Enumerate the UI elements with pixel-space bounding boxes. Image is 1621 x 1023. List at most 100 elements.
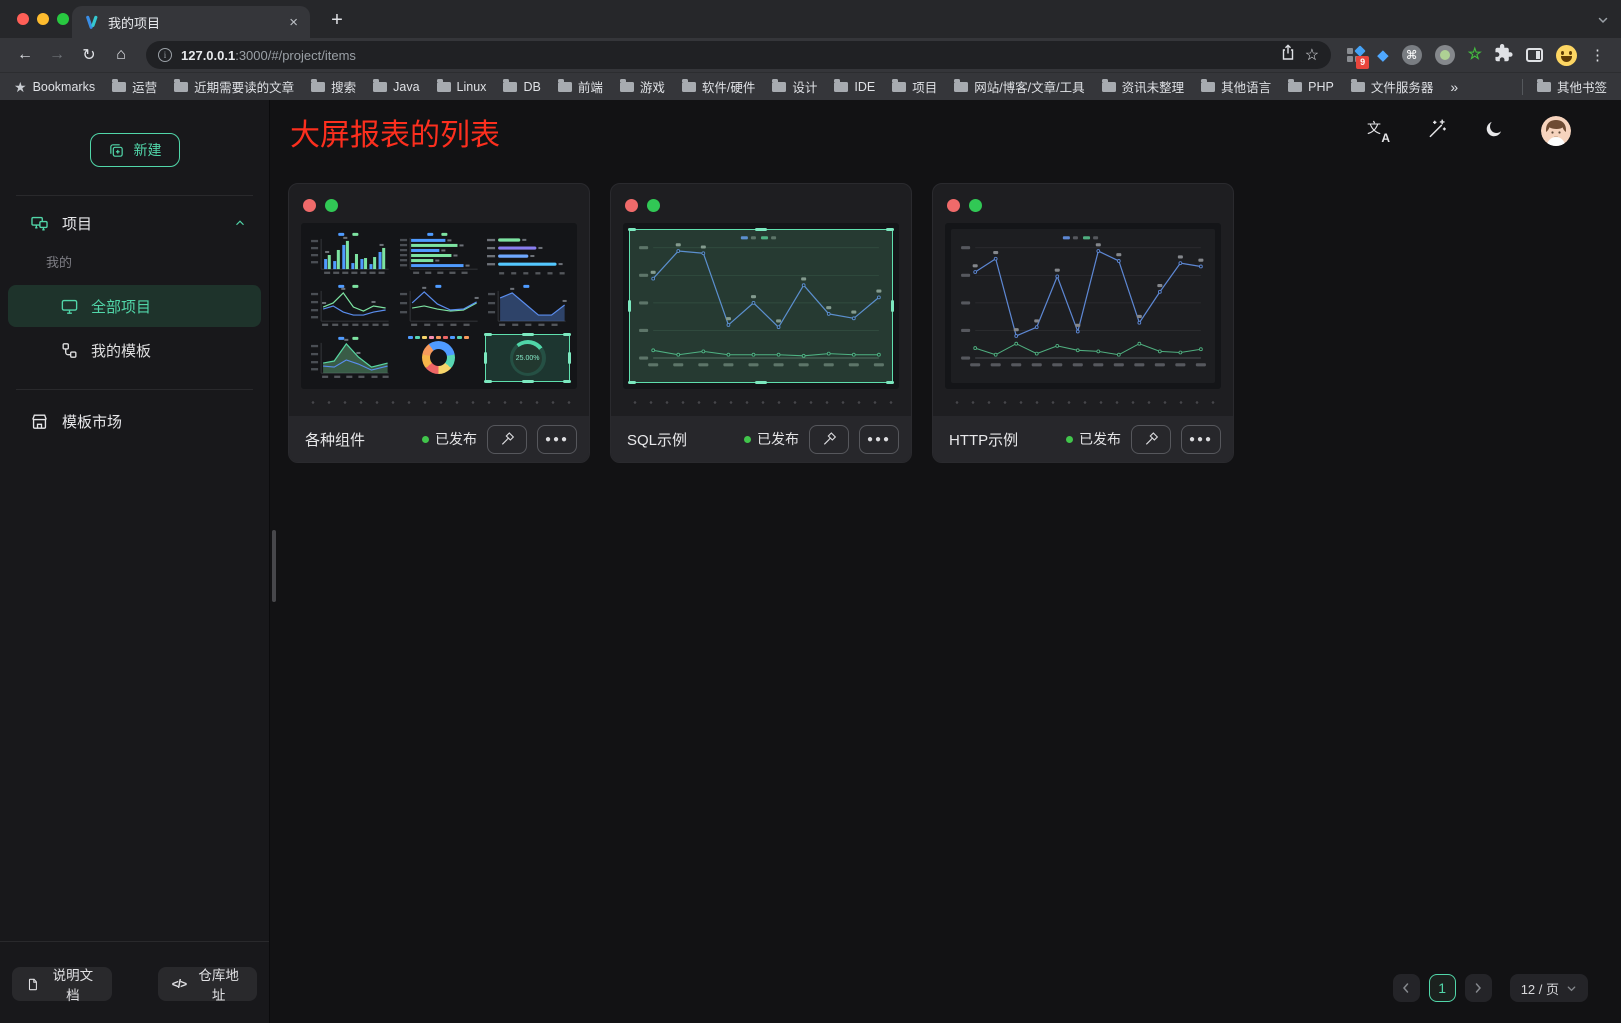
document-icon [26, 977, 40, 992]
card-footer: SQL示例 已发布 ●●● [611, 416, 911, 462]
dotted-divider [947, 401, 1219, 404]
bookmark-folder[interactable]: Java [373, 80, 419, 94]
maximize-window-button[interactable] [57, 13, 69, 25]
dark-mode-moon-icon[interactable] [1484, 119, 1504, 144]
bookmark-folder[interactable]: 前端 [558, 77, 603, 96]
sidebar-footer: 说明文档 </> 仓库地址 [0, 941, 269, 1023]
back-icon[interactable]: ← [10, 41, 40, 69]
window-controls[interactable] [0, 13, 69, 25]
bookmark-star-icon[interactable]: ☆ [1305, 45, 1319, 65]
scrollbar-thumb[interactable] [272, 530, 276, 602]
edit-button[interactable] [1131, 425, 1171, 454]
sidebar-group-projects[interactable]: 项目 [0, 196, 269, 250]
profile-avatar-icon[interactable] [1556, 45, 1577, 66]
tampermonkey-extension-icon[interactable]: 9 [1347, 47, 1364, 64]
extensions-puzzle-icon[interactable] [1495, 44, 1513, 67]
sidebar-item-my-templates[interactable]: 我的模板 [8, 329, 261, 371]
bookmark-folder[interactable]: 文件服务器 [1351, 77, 1434, 96]
bookmark-folder[interactable]: 搜索 [311, 77, 356, 96]
bookmark-folder[interactable]: 游戏 [620, 77, 665, 96]
ellipsis-icon: ●●● [867, 434, 891, 445]
prev-page-button[interactable] [1393, 974, 1420, 1002]
repo-button[interactable]: </> 仓库地址 [158, 967, 257, 1001]
side-panel-icon[interactable] [1526, 48, 1543, 62]
docs-button[interactable]: 说明文档 [12, 967, 112, 1001]
bookmark-folder[interactable]: 其他语言 [1201, 77, 1271, 96]
project-card[interactable]: SQL示例 已发布 ●●● [610, 183, 912, 463]
mini-bar-chart [308, 230, 393, 278]
folder-icon [311, 82, 325, 92]
bookmark-folder[interactable]: PHP [1288, 80, 1334, 94]
more-button[interactable]: ●●● [1181, 425, 1221, 454]
minimize-window-button[interactable] [37, 13, 49, 25]
browser-menu-icon[interactable]: ⋮ [1590, 48, 1605, 63]
bookmark-folder[interactable]: IDE [834, 80, 875, 94]
main-content: 大屏报表的列表 文A [270, 100, 1621, 1023]
ellipsis-icon: ●●● [545, 434, 569, 445]
mini-hbar-chart [397, 230, 482, 278]
bookmark-folder[interactable]: 近期需要读的文章 [174, 77, 294, 96]
bookmark-folder[interactable]: 软件/硬件 [682, 77, 755, 96]
sidebar-item-all-projects[interactable]: 全部项目 [8, 285, 261, 327]
selection-overlay[interactable] [629, 229, 893, 383]
chevron-up-icon[interactable] [233, 216, 247, 230]
folder-icon [682, 82, 696, 92]
next-page-button[interactable] [1465, 974, 1492, 1002]
folder-icon [772, 82, 786, 92]
address-bar[interactable]: i 127.0.0.1:3000/#/project/items ☆ [146, 41, 1331, 69]
copy-plus-icon [108, 142, 125, 159]
bookmark-folder[interactable]: 资讯未整理 [1102, 77, 1185, 96]
forward-icon[interactable]: → [42, 41, 72, 69]
edit-button[interactable] [809, 425, 849, 454]
home-icon[interactable]: ⌂ [106, 41, 136, 69]
close-window-button[interactable] [17, 13, 29, 25]
docs-button-label: 说明文档 [48, 964, 98, 1004]
selection-overlay[interactable] [485, 334, 570, 382]
more-button[interactable]: ●●● [859, 425, 899, 454]
bookmark-folder[interactable]: DB [503, 80, 540, 94]
bookmarks-overflow-chevron[interactable]: » [1450, 79, 1458, 95]
other-bookmarks[interactable]: 其他书签 [1537, 77, 1607, 96]
language-icon[interactable]: 文A [1367, 120, 1389, 142]
sidebar-item-template-market[interactable]: 模板市场 [0, 394, 269, 448]
bookmark-folder[interactable]: 网站/博客/文章/工具 [954, 77, 1084, 96]
current-page-button[interactable]: 1 [1429, 974, 1456, 1002]
bookmark-folder-label: 其他语言 [1221, 77, 1271, 96]
tab-close-icon[interactable]: × [289, 15, 298, 30]
url-text[interactable]: 127.0.0.1:3000/#/project/items [181, 48, 1271, 63]
project-card[interactable]: HTTP示例 已发布 ●●● [932, 183, 1234, 463]
command-extension-icon[interactable]: ⌘ [1402, 45, 1422, 65]
browser-tab[interactable]: 我的项目 × [72, 6, 310, 38]
tab-search-chevron-icon[interactable] [1597, 13, 1609, 31]
app-root: 新建 项目 我的 全部项目 [0, 100, 1621, 1023]
bookmark-folder[interactable]: 运营 [112, 77, 157, 96]
other-bookmarks-label: 其他书签 [1557, 77, 1607, 96]
page-size-value: 12 / 页 [1521, 979, 1559, 998]
new-project-button[interactable]: 新建 [90, 133, 180, 167]
dot-extension-icon[interactable] [1435, 45, 1455, 65]
star-icon: ★ [14, 80, 27, 94]
page-size-select[interactable]: 12 / 页 [1510, 974, 1588, 1002]
magic-wand-icon[interactable] [1426, 118, 1447, 144]
project-card[interactable]: 25.00% 各种组件 已发布 [288, 183, 590, 463]
user-avatar[interactable] [1541, 116, 1571, 146]
reload-icon[interactable]: ↻ [74, 41, 104, 69]
hammer-icon [821, 431, 837, 447]
green-dot-icon [969, 199, 982, 212]
bookmarks-root[interactable]: ★ Bookmarks [14, 80, 95, 94]
bookmark-folder[interactable]: Linux [437, 80, 487, 94]
bookmark-folder[interactable]: 设计 [772, 77, 817, 96]
folder-icon [892, 82, 906, 92]
sidebar-item-label: 全部项目 [91, 296, 151, 317]
code-icon: </> [172, 977, 186, 991]
gem-extension-icon[interactable]: ◆ [1377, 48, 1389, 63]
star-extension-icon[interactable]: ☆ [1468, 47, 1482, 63]
folder-icon [1537, 82, 1551, 92]
site-info-icon[interactable]: i [158, 48, 172, 62]
share-icon[interactable] [1280, 44, 1296, 66]
more-button[interactable]: ●●● [537, 425, 577, 454]
red-dot-icon [947, 199, 960, 212]
new-tab-button[interactable]: + [324, 7, 350, 33]
edit-button[interactable] [487, 425, 527, 454]
bookmark-folder[interactable]: 项目 [892, 77, 937, 96]
